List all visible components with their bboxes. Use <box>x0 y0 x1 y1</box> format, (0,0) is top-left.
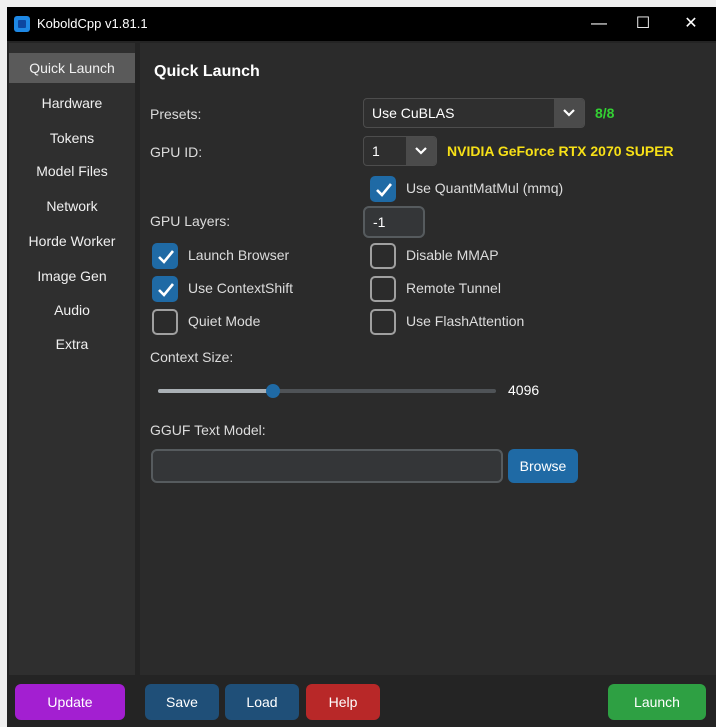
checkmark-icon <box>158 250 175 264</box>
close-icon[interactable]: ✕ <box>669 7 713 41</box>
sidebar-item-quick-launch[interactable]: Quick Launch <box>9 53 135 83</box>
page-title: Quick Launch <box>154 63 260 80</box>
browse-button[interactable]: Browse <box>508 449 578 483</box>
context-size-slider[interactable] <box>158 384 496 398</box>
quiet-mode-row[interactable]: Quiet Mode <box>152 309 342 335</box>
launch-browser-label: Launch Browser <box>188 247 290 263</box>
sidebar-item-audio[interactable]: Audio <box>9 295 135 325</box>
quantmatmul-checkbox-row[interactable]: Use QuantMatMul (mmq) <box>370 176 610 202</box>
gpu-id-dropdown[interactable]: 1 <box>363 136 437 166</box>
sidebar-item-tokens[interactable]: Tokens <box>9 123 135 153</box>
checkmark-icon <box>376 183 393 197</box>
presets-dropdown-arrow[interactable] <box>554 99 584 127</box>
remote-tunnel-row[interactable]: Remote Tunnel <box>370 276 570 302</box>
quiet-mode-label: Quiet Mode <box>188 313 261 329</box>
gguf-text-model-input[interactable] <box>151 449 503 483</box>
sidebar: Quick Launch Hardware Tokens Model Files… <box>9 43 135 675</box>
use-contextshift-row[interactable]: Use ContextShift <box>152 276 342 302</box>
quiet-mode-checkbox[interactable] <box>152 309 178 335</box>
disable-mmap-label: Disable MMAP <box>406 247 499 263</box>
gpu-id-dropdown-arrow[interactable] <box>406 137 436 165</box>
disable-mmap-row[interactable]: Disable MMAP <box>370 243 570 269</box>
remote-tunnel-label: Remote Tunnel <box>406 280 501 296</box>
remote-tunnel-checkbox[interactable] <box>370 276 396 302</box>
presets-label: Presets: <box>150 106 202 122</box>
context-size-value: 4096 <box>508 382 540 398</box>
title-bar: KoboldCpp v1.81.1 — ☐ ✕ <box>7 7 716 41</box>
launch-browser-checkbox[interactable] <box>152 243 178 269</box>
gpu-id-label: GPU ID: <box>150 144 203 160</box>
gpu-name: NVIDIA GeForce RTX 2070 SUPER <box>447 143 674 159</box>
use-flashattention-checkbox[interactable] <box>370 309 396 335</box>
gpu-layers-value: -1 <box>373 214 386 230</box>
quantmatmul-label: Use QuantMatMul (mmq) <box>406 180 564 196</box>
main-panel: Quick Launch Presets: Use CuBLAS 8/8 GPU… <box>140 43 716 675</box>
help-button[interactable]: Help <box>306 684 380 720</box>
chevron-down-icon <box>415 147 427 155</box>
sidebar-item-model-files[interactable]: Model Files <box>9 156 135 186</box>
launch-browser-row[interactable]: Launch Browser <box>152 243 342 269</box>
context-size-slider-handle[interactable] <box>266 384 280 398</box>
use-flashattention-row[interactable]: Use FlashAttention <box>370 309 570 335</box>
gguf-text-model-label: GGUF Text Model: <box>150 422 266 438</box>
use-contextshift-label: Use ContextShift <box>188 280 294 296</box>
quantmatmul-checkbox[interactable] <box>370 176 396 202</box>
disable-mmap-checkbox[interactable] <box>370 243 396 269</box>
load-button[interactable]: Load <box>225 684 299 720</box>
sidebar-item-extra[interactable]: Extra <box>9 329 135 359</box>
presets-count: 8/8 <box>595 105 615 121</box>
save-button[interactable]: Save <box>145 684 219 720</box>
sidebar-item-image-gen[interactable]: Image Gen <box>9 261 135 291</box>
gpu-layers-input[interactable]: -1 <box>363 206 425 238</box>
presets-dropdown[interactable]: Use CuBLAS <box>363 98 585 128</box>
window-title: KoboldCpp v1.81.1 <box>37 16 148 31</box>
presets-value: Use CuBLAS <box>372 105 455 121</box>
gpu-layers-label: GPU Layers: <box>150 213 231 229</box>
sidebar-item-horde-worker[interactable]: Horde Worker <box>9 226 135 256</box>
gpu-id-value: 1 <box>372 143 380 159</box>
chevron-down-icon <box>563 109 575 117</box>
minimize-icon[interactable]: — <box>577 7 621 41</box>
bottom-toolbar: Update Save Load Help Launch <box>7 675 716 727</box>
koboldcpp-app-icon <box>14 16 30 32</box>
use-contextshift-checkbox[interactable] <box>152 276 178 302</box>
update-button[interactable]: Update <box>15 684 125 720</box>
launch-button[interactable]: Launch <box>608 684 706 720</box>
use-flashattention-label: Use FlashAttention <box>406 313 525 329</box>
app-window: KoboldCpp v1.81.1 — ☐ ✕ Quick Launch Har… <box>7 7 716 727</box>
sidebar-item-network[interactable]: Network <box>9 191 135 221</box>
maximize-icon[interactable]: ☐ <box>621 7 665 41</box>
sidebar-item-hardware[interactable]: Hardware <box>9 88 135 118</box>
context-size-slider-fill <box>158 389 273 393</box>
context-size-label: Context Size: <box>150 349 234 365</box>
checkmark-icon <box>158 283 175 297</box>
